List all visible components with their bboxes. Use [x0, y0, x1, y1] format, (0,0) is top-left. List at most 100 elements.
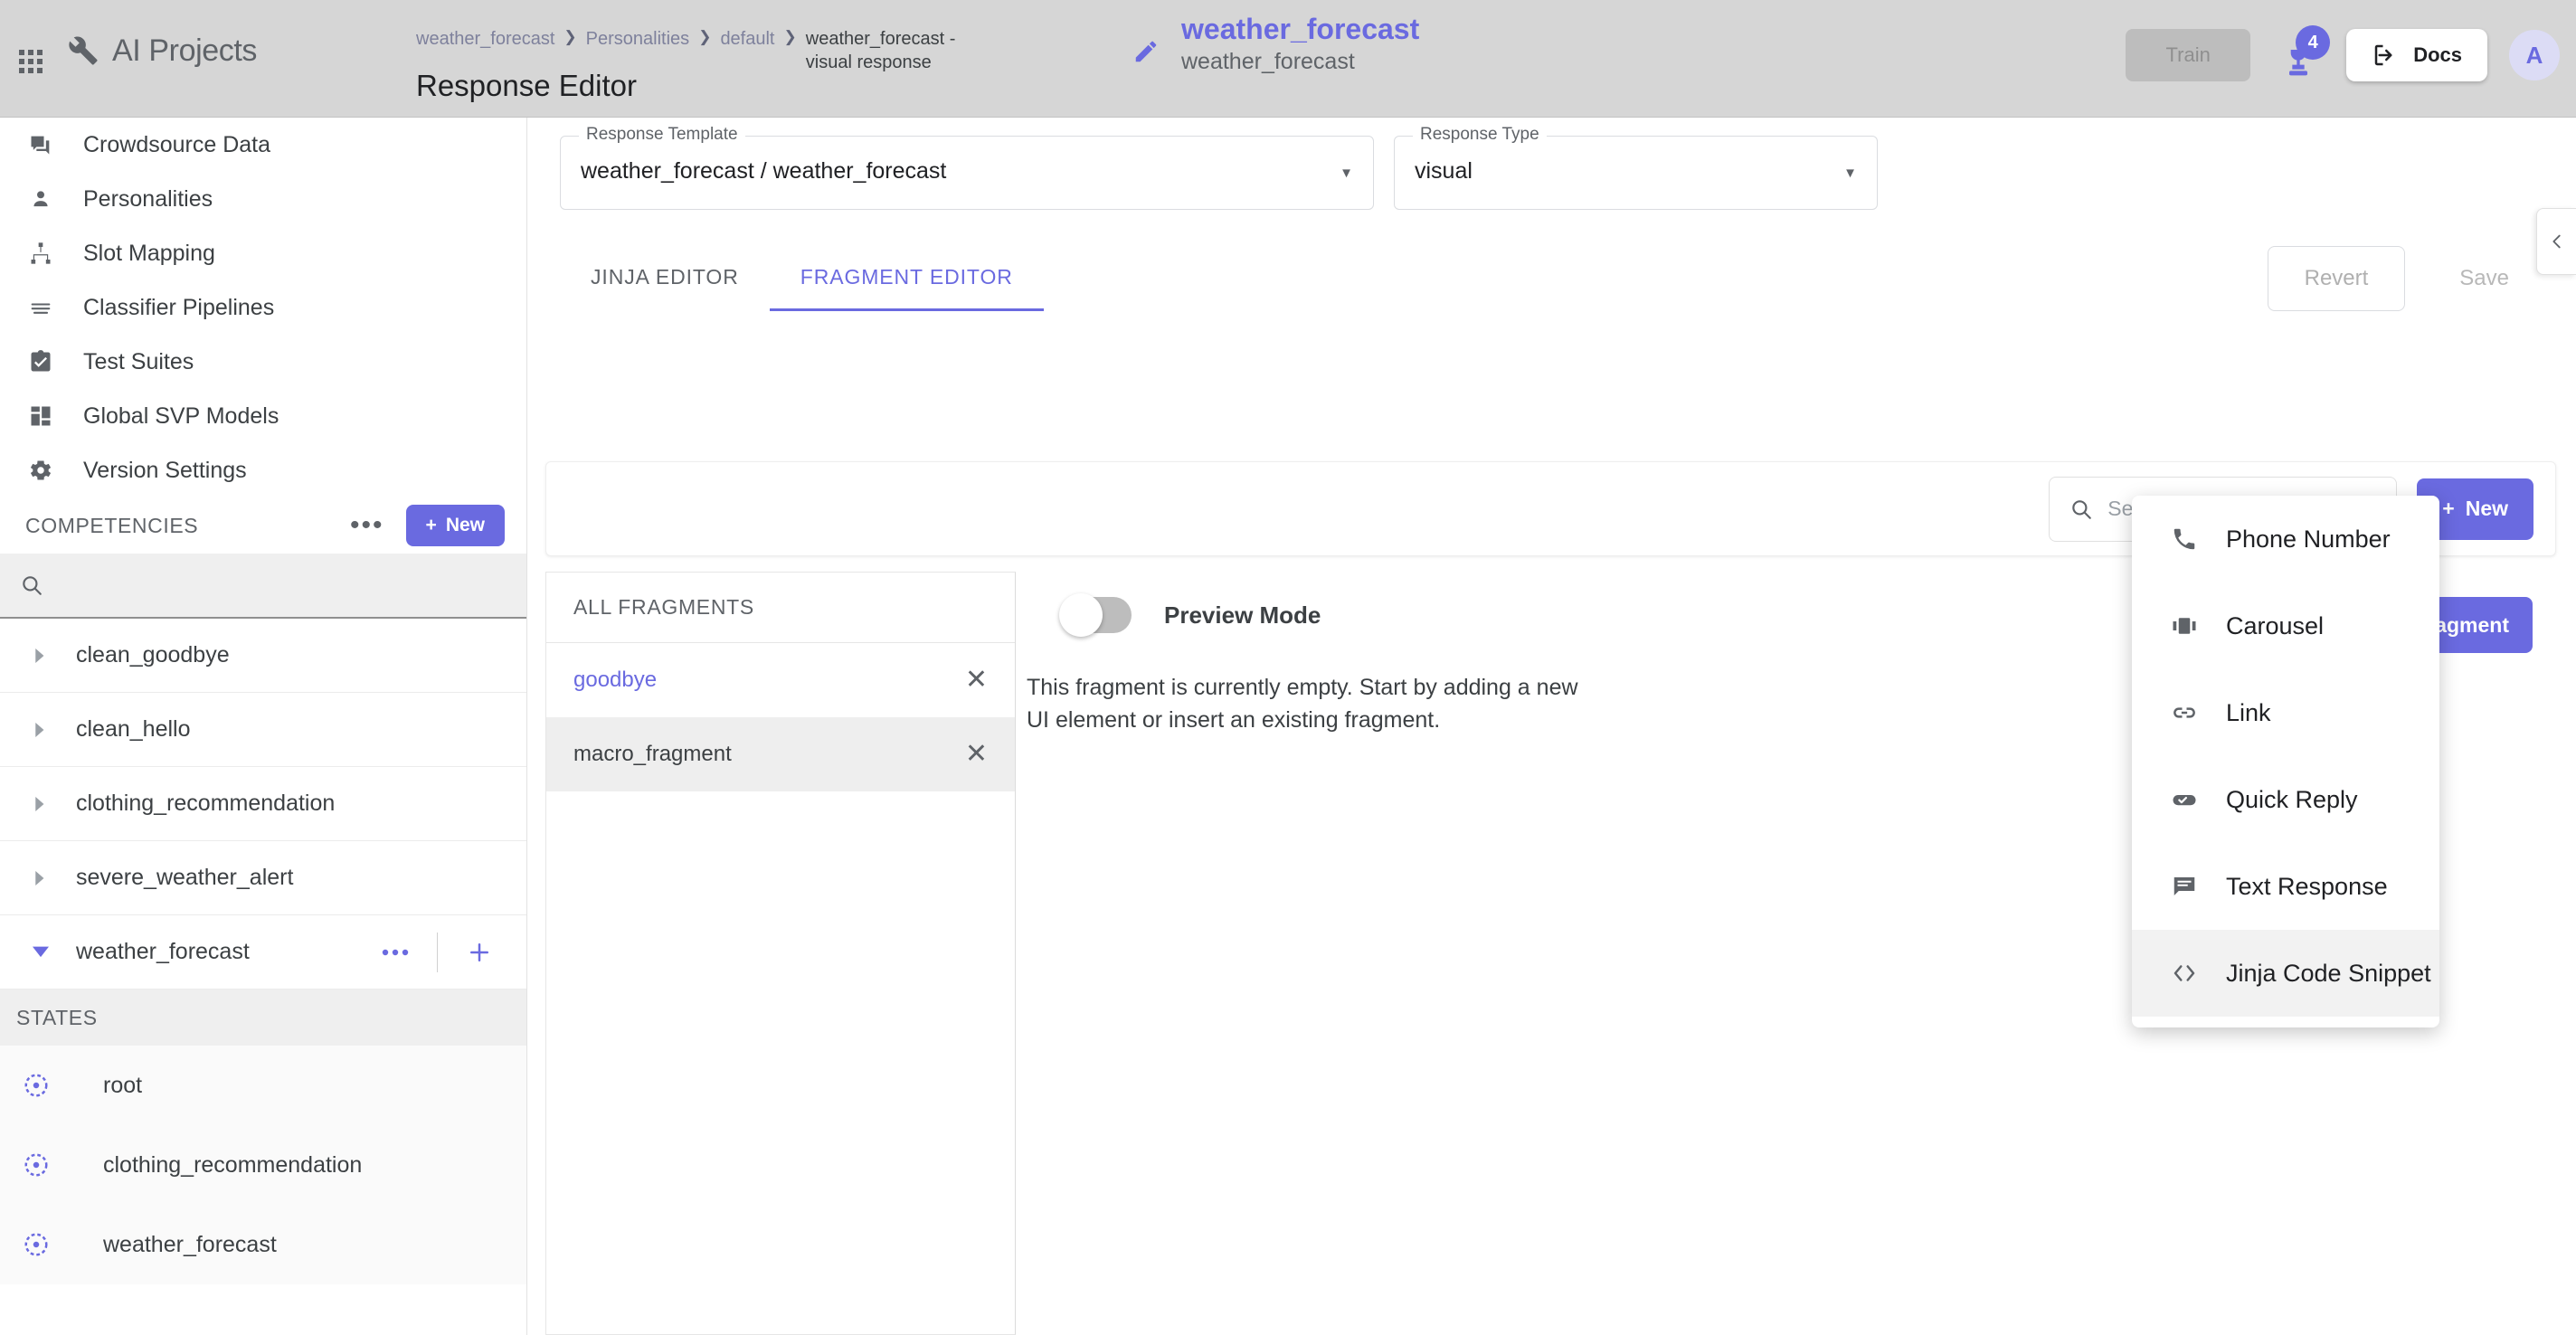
model-badge-count: 4 — [2296, 25, 2331, 60]
preview-mode-toggle[interactable] — [1059, 593, 1132, 637]
menu-item-phone-number[interactable]: Phone Number — [2132, 496, 2439, 582]
competency-row-clean-hello[interactable]: clean_hello — [0, 693, 526, 767]
response-template-value: weather_forecast / weather_forecast — [581, 158, 947, 184]
menu-item-quick-reply[interactable]: Quick Reply — [2132, 756, 2439, 843]
sidebar-item-slot-mapping[interactable]: Slot Mapping — [0, 226, 526, 280]
entity-title: weather_forecast — [1181, 13, 1420, 45]
collapse-panel-handle[interactable] — [2536, 208, 2576, 275]
sidebar-label: Crowdsource Data — [83, 131, 271, 157]
revert-button[interactable]: Revert — [2267, 246, 2406, 311]
state-row-clothing-recommendation[interactable]: clothing_recommendation — [0, 1125, 526, 1205]
tab-jinja-editor[interactable]: JINJA EDITOR — [560, 246, 770, 311]
competency-row-clean-goodbye[interactable]: clean_goodbye — [0, 619, 526, 693]
lines-icon — [25, 292, 56, 323]
competency-search-input[interactable] — [56, 573, 526, 598]
link-icon — [2168, 696, 2201, 729]
chevron-left-icon — [2547, 232, 2567, 251]
competencies-more-icon[interactable]: ••• — [341, 512, 393, 539]
pencil-icon[interactable] — [1131, 36, 1161, 67]
sidebar-item-classifier-pipelines[interactable]: Classifier Pipelines — [0, 280, 526, 335]
breadcrumb-item-1[interactable]: Personalities — [586, 27, 690, 51]
menu-item-label: Link — [2226, 698, 2271, 726]
state-node-icon — [9, 1072, 63, 1099]
chevron-right-icon — [31, 720, 51, 740]
quick-reply-icon — [2168, 783, 2201, 816]
toggle-knob — [1059, 593, 1103, 637]
sidebar-item-global-svp-models[interactable]: Global SVP Models — [0, 389, 526, 443]
person-icon — [25, 184, 56, 214]
export-arrow-icon — [2372, 42, 2399, 69]
entity-title-block: weather_forecast weather_forecast — [1131, 11, 1419, 77]
sidebar-item-crowdsource-data[interactable]: Crowdsource Data — [0, 118, 526, 172]
breadcrumb-item-0[interactable]: weather_forecast — [416, 27, 554, 51]
sidebar-item-personalities[interactable]: Personalities — [0, 172, 526, 226]
competency-row-severe-weather-alert[interactable]: severe_weather_alert — [0, 841, 526, 915]
competency-row-clothing-recommendation[interactable]: clothing_recommendation — [0, 767, 526, 841]
competencies-header: COMPETENCIES ••• + New — [0, 497, 526, 554]
menu-item-carousel[interactable]: Carousel — [2132, 582, 2439, 669]
plus-icon: + — [425, 515, 437, 535]
state-label: root — [103, 1072, 143, 1098]
sidebar-item-version-settings[interactable]: Version Settings — [0, 443, 526, 497]
competency-row-actions — [374, 931, 526, 974]
app-root: AI Projects weather_forecast ❯ Personali… — [0, 0, 2576, 1335]
menu-item-label: Text Response — [2226, 872, 2388, 900]
save-button[interactable]: Save — [2423, 246, 2545, 311]
top-bar: AI Projects weather_forecast ❯ Personali… — [0, 0, 2576, 118]
train-button[interactable]: Train — [2126, 29, 2251, 81]
state-label: clothing_recommendation — [103, 1151, 363, 1178]
response-template-select[interactable]: Response Template weather_forecast / wea… — [560, 125, 1374, 210]
close-icon[interactable]: ✕ — [965, 741, 988, 768]
new-label: New — [445, 515, 485, 535]
entity-subtitle: weather_forecast — [1181, 49, 1355, 74]
preview-mode-row: Preview Mode — [1059, 593, 1321, 637]
fragment-item-goodbye[interactable]: goodbye ✕ — [546, 643, 1015, 717]
competency-row-weather-forecast[interactable]: weather_forecast — [0, 915, 526, 989]
editor-tabs: JINJA EDITOR FRAGMENT EDITOR — [560, 246, 1044, 311]
brand[interactable]: AI Projects — [65, 33, 257, 69]
clipboard-check-icon — [25, 346, 56, 377]
competency-label: severe_weather_alert — [76, 865, 294, 890]
breadcrumb-separator: ❯ — [698, 28, 712, 45]
competency-more-icon[interactable] — [374, 931, 417, 974]
add-state-icon[interactable] — [458, 931, 501, 974]
breadcrumb-item-2[interactable]: default — [720, 27, 774, 51]
apps-grid-icon[interactable] — [13, 43, 49, 80]
sidebar-label: Global SVP Models — [83, 402, 279, 429]
editor-actions: Revert Save — [2267, 246, 2545, 311]
state-row-weather-forecast[interactable]: weather_forecast — [0, 1205, 526, 1284]
wrench-icon — [65, 33, 101, 69]
state-row-root[interactable]: root — [0, 1046, 526, 1125]
empty-fragment-message: This fragment is currently empty. Start … — [1027, 675, 1578, 734]
new-fragment-label: New — [2465, 497, 2508, 520]
response-type-select[interactable]: Response Type visual ▼ — [1394, 125, 1878, 210]
sidebar-label: Personalities — [83, 185, 213, 212]
competency-label: clothing_recommendation — [76, 791, 336, 816]
menu-item-jinja-code-snippet[interactable]: Jinja Code Snippet — [2132, 930, 2439, 1017]
docs-button[interactable]: Docs — [2346, 29, 2487, 81]
brand-title: AI Projects — [112, 33, 257, 68]
menu-item-text-response[interactable]: Text Response — [2132, 843, 2439, 930]
model-trophy-icon[interactable]: 4 — [2272, 25, 2331, 81]
response-selectors: Response Template weather_forecast / wea… — [560, 125, 1878, 210]
fragment-item-macro-fragment[interactable]: macro_fragment ✕ — [546, 717, 1015, 791]
search-icon — [20, 573, 43, 597]
state-node-icon — [9, 1231, 63, 1258]
close-icon[interactable]: ✕ — [965, 667, 988, 694]
avatar[interactable]: A — [2509, 30, 2560, 80]
competency-search-row[interactable] — [0, 554, 526, 619]
fragment-list-panel: ALL FRAGMENTS goodbye ✕ macro_fragment ✕ — [545, 572, 1016, 1335]
top-actions: Train 4 Docs A — [2126, 25, 2560, 81]
sidebar-item-test-suites[interactable]: Test Suites — [0, 335, 526, 389]
breadcrumb-separator: ❯ — [783, 28, 797, 45]
competency-label: clean_goodbye — [76, 642, 230, 668]
sidebar-label: Version Settings — [83, 457, 247, 483]
menu-item-link[interactable]: Link — [2132, 669, 2439, 756]
competencies-new-button[interactable]: + New — [405, 505, 505, 546]
menu-item-label: Phone Number — [2226, 525, 2391, 553]
chevron-right-icon — [31, 794, 51, 814]
dashboard-icon — [25, 401, 56, 431]
chevron-down-icon — [31, 942, 51, 962]
menu-item-label: Jinja Code Snippet — [2226, 959, 2431, 987]
tab-fragment-editor[interactable]: FRAGMENT EDITOR — [769, 246, 1044, 311]
